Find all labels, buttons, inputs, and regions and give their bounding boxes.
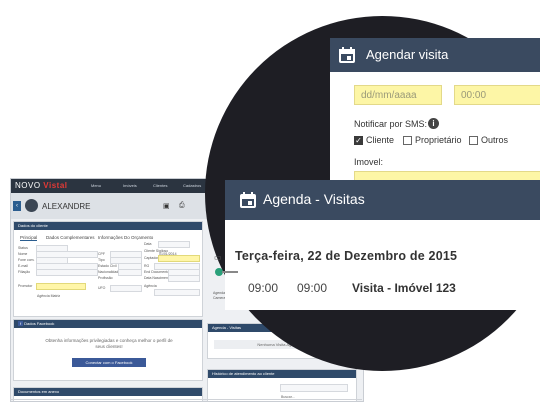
search-input[interactable]: Buscar... (280, 384, 348, 399)
label-filiacao: Filiação (18, 270, 31, 274)
panel-facebook-title: Dados Facebook (24, 321, 55, 326)
panel-historico: Histórico de atendimento ao cliente Busc… (207, 369, 357, 401)
label-nacionalidade: Nacionalidade (98, 270, 121, 274)
comment-icon: ▭ (214, 253, 222, 262)
agenda-date: Terça-feira, 22 de Dezembro de 2015 (235, 249, 458, 263)
label-profissao: Profissão (98, 276, 113, 280)
panel-facebook: f Dados Facebook Obtenha informações pri… (13, 319, 203, 381)
panel-header: Dados do cliente (14, 222, 202, 230)
checkbox-outros[interactable] (469, 136, 478, 145)
captador-select[interactable] (158, 255, 200, 262)
tab-orcamento[interactable]: Informações Do Orçamento (98, 235, 153, 240)
agendar-visita-header: Agendar visita (330, 38, 540, 72)
option-cliente-label[interactable]: Cliente (366, 135, 394, 145)
panel-documentos-header: Documentos em anexo (14, 388, 202, 396)
data-nascimento-field[interactable] (168, 275, 200, 282)
date-input[interactable]: dd/mm/aaaa (354, 85, 442, 105)
checkbox-proprietario[interactable] (403, 136, 412, 145)
ufo-field[interactable] (110, 285, 142, 292)
label-nome: Nome (18, 252, 28, 256)
imovel-label: Imovel: (354, 157, 384, 167)
panel-facebook-header: f Dados Facebook (14, 320, 202, 328)
label-status: Status (18, 246, 28, 250)
calendar-icon (338, 46, 356, 64)
label-promotor: Promotor (18, 284, 33, 288)
info-icon[interactable]: i (428, 118, 439, 129)
agenda-visitas-title: Agenda - Visitas (263, 191, 365, 207)
filiacao-field[interactable] (36, 269, 98, 276)
tab-dados-complementares[interactable]: Dados Complementares (46, 235, 95, 240)
label-estado-civil: Estado Civil (98, 264, 117, 268)
nav-menu[interactable]: Menu (91, 183, 101, 188)
imovel-select[interactable] (354, 171, 540, 180)
agenda-visitas-card: Agenda - Visitas Terça-feira, 22 de Deze… (225, 180, 540, 310)
connect-facebook-button[interactable]: Conectar com o Facebook (72, 358, 146, 367)
label-ufo: UFO (98, 286, 106, 290)
option-proprietario-label[interactable]: Proprietário (415, 135, 462, 145)
panel-historico-header: Histórico de atendimento ao cliente (208, 370, 356, 378)
label-tipo: Tipo (98, 258, 105, 262)
divider (10, 399, 362, 400)
label-captador: Captador (144, 256, 159, 260)
save-icon[interactable]: ▣ (163, 202, 170, 210)
promotor-select[interactable]: Agência Matriz (36, 283, 86, 298)
option-outros-label[interactable]: Outros (481, 135, 508, 145)
time-input[interactable]: 00:00 (454, 85, 540, 105)
visit-time-start: 09:00 (248, 281, 279, 295)
label-fone: Fone com. (18, 258, 35, 262)
nacionalidade-field[interactable] (118, 269, 142, 276)
agenda-visitas-header: Agenda - Visitas (225, 180, 540, 220)
client-name: ALEXANDRE (42, 202, 91, 211)
nav-imoveis[interactable]: Imóveis (123, 183, 137, 188)
label-end-documento: End Documento (144, 270, 170, 274)
label-data-nascimento: Data Nascimento (144, 276, 171, 280)
panel-dados-cliente: Dados do cliente Principal Dados Complem… (13, 221, 203, 317)
label-agencia: Agência (144, 284, 157, 288)
label-email: E-mail (18, 264, 28, 268)
promotor-value: Agência Matriz (37, 294, 61, 298)
facebook-icon: f (18, 321, 23, 326)
label-cpf: CPF (98, 252, 105, 256)
date-placeholder: dd/mm/aaaa (361, 90, 417, 101)
data-field[interactable]: 01/01/2014 (158, 241, 190, 256)
time-placeholder: 00:00 (461, 90, 487, 101)
back-arrow-icon[interactable]: ‹ (13, 201, 21, 211)
label-rg: RG (144, 264, 150, 268)
notify-sms-label: Notificar por SMS: (354, 119, 428, 129)
agencia-field[interactable] (154, 289, 200, 296)
nav-clientes[interactable]: Clientes (153, 183, 167, 188)
checkbox-cliente[interactable]: ✓ (354, 136, 363, 145)
agendar-visita-card: Agendar visita dd/mm/aaaa 00:00 Notifica… (330, 38, 540, 180)
tab-principal[interactable]: Principal (20, 235, 38, 241)
print-icon[interactable]: ⎙ (179, 202, 185, 210)
connect-facebook-label: Conectar com o Facebook (85, 360, 133, 365)
agendar-visita-title: Agendar visita (366, 47, 449, 62)
crm-brand-logo: NOVO Vistal (15, 181, 68, 190)
avatar (25, 199, 38, 212)
calendar-icon (239, 191, 257, 209)
nav-cadastros[interactable]: Cadastros (183, 183, 201, 188)
label-data: Data (144, 242, 152, 246)
label-cliente-sigiloso[interactable]: Cliente Sigiloso (144, 249, 168, 253)
slider-track (222, 271, 238, 273)
facebook-promo-text: Obtenha informações privilegiadas e conh… (45, 338, 173, 349)
visit-label[interactable]: Visita - Imóvel 123 (352, 281, 456, 295)
visit-time-end: 09:00 (297, 281, 328, 295)
